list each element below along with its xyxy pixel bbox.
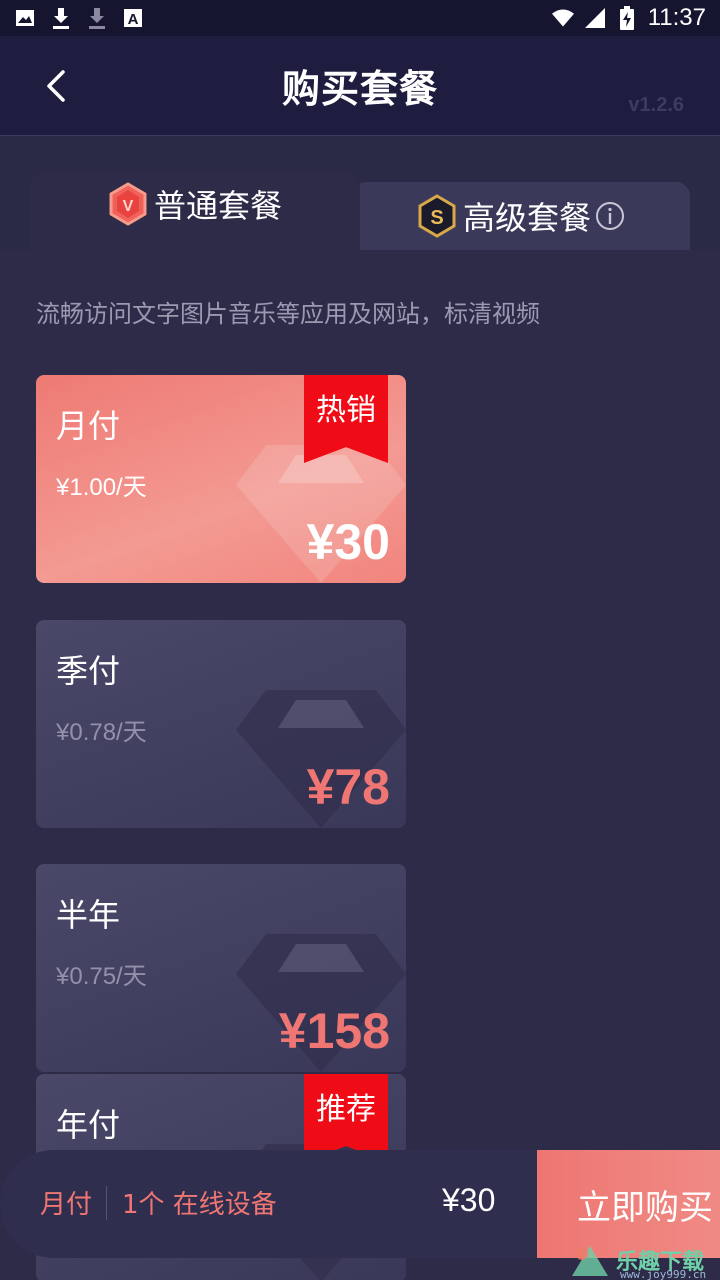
svg-text:S: S bbox=[430, 207, 443, 229]
download-icon bbox=[50, 7, 72, 29]
status-time: 11:37 bbox=[647, 4, 706, 31]
download-icon bbox=[86, 7, 108, 29]
plan-price: ¥78 bbox=[306, 759, 390, 815]
version-label: v1.2.6 bbox=[628, 94, 684, 116]
plan-daily-price: ¥0.78/天 bbox=[56, 719, 147, 746]
plan-daily-price: ¥1.00/天 bbox=[56, 474, 147, 501]
plan-description: 流畅访问文字图片音乐等应用及网站，标清视频 bbox=[36, 300, 540, 328]
header: 购买套餐 v1.2.6 bbox=[0, 36, 720, 136]
plan-card-monthly[interactable]: 月付 ¥1.00/天 ¥30 热销 bbox=[36, 375, 406, 583]
normal-badge-icon: V bbox=[108, 182, 148, 226]
plan-price: ¥30 bbox=[306, 514, 390, 570]
plan-name: 月付 bbox=[56, 407, 121, 445]
device-count: 1个 在线设备 bbox=[122, 1190, 277, 1220]
status-notifications: A bbox=[14, 7, 144, 29]
plan-card-quarterly[interactable]: 季付 ¥0.78/天 ¥78 bbox=[36, 620, 406, 828]
plan-price: ¥158 bbox=[278, 1003, 390, 1059]
tab-normal[interactable]: V 普通套餐 bbox=[30, 173, 360, 253]
watermark: 乐趣下载 www.joy999.cn bbox=[568, 1240, 720, 1280]
tab-normal-label: 普通套餐 bbox=[153, 187, 282, 225]
watermark-url: www.joy999.cn bbox=[620, 1268, 707, 1280]
svg-text:V: V bbox=[123, 198, 134, 215]
page-title: 购买套餐 bbox=[281, 67, 438, 111]
signal-icon bbox=[584, 7, 606, 29]
premium-badge-icon: S bbox=[417, 194, 457, 238]
tab-premium[interactable]: S 高级套餐 bbox=[352, 182, 690, 250]
image-icon bbox=[14, 7, 36, 29]
plan-card-half-year[interactable]: 半年 ¥0.75/天 ¥158 bbox=[36, 864, 406, 1072]
plan-name: 年付 bbox=[56, 1106, 121, 1144]
wifi-icon bbox=[551, 7, 574, 29]
text-icon: A bbox=[122, 7, 144, 29]
svg-text:A: A bbox=[128, 11, 139, 28]
status-bar: A 11:37 bbox=[0, 0, 720, 36]
plan-name: 半年 bbox=[56, 896, 121, 934]
plan-name: 季付 bbox=[56, 652, 121, 690]
info-icon[interactable] bbox=[595, 201, 625, 231]
divider bbox=[106, 1186, 107, 1220]
plan-daily-price: ¥0.75/天 bbox=[56, 963, 147, 990]
selected-plan: 月付 bbox=[40, 1190, 93, 1220]
watermark-logo-icon bbox=[572, 1246, 608, 1276]
tab-premium-label: 高级套餐 bbox=[462, 199, 591, 237]
total-price: ¥30 bbox=[442, 1182, 496, 1218]
battery-charging-icon bbox=[616, 6, 638, 30]
